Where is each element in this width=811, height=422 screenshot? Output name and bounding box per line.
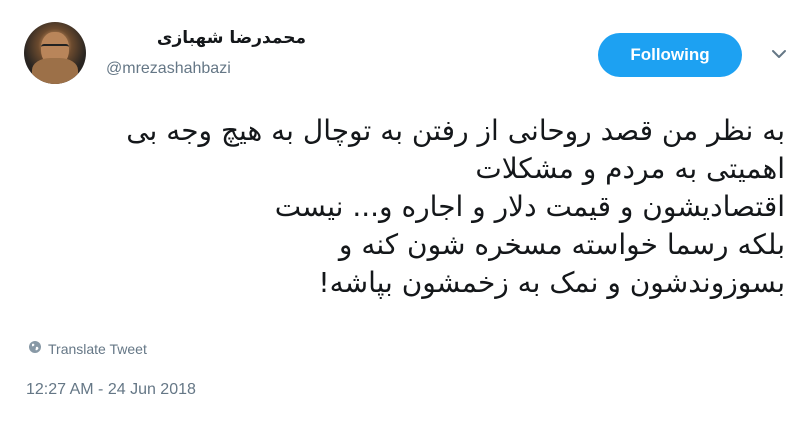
- author-handle[interactable]: @mrezashahbazi: [106, 60, 231, 78]
- chevron-down-icon[interactable]: [770, 45, 788, 63]
- tweet-text: به نظر من قصد روحانی از رفتن به توچال به…: [25, 112, 785, 302]
- translate-tweet-link[interactable]: Translate Tweet: [28, 340, 147, 357]
- tweet-timestamp[interactable]: 12:27 AM - 24 Jun 2018: [26, 381, 196, 399]
- tweet-line: اقتصادیشون و قیمت دلار و اجاره و... نیست: [274, 190, 785, 223]
- tweet-line: بلکه رسما خواسته مسخره شون کنه و: [338, 228, 785, 261]
- author-name[interactable]: محمدرضا شهبازی: [0, 28, 306, 48]
- avatar-hand: [32, 58, 78, 84]
- globe-icon: [28, 340, 42, 357]
- tweet-line: اهمیتی به مردم و مشکلات: [475, 152, 785, 185]
- following-button[interactable]: Following: [598, 33, 742, 77]
- tweet-line: بسوزوندشون و نمک به زخمشون بپاشه!: [318, 266, 785, 299]
- tweet-line: به نظر من قصد روحانی از رفتن به توچال به…: [126, 114, 785, 147]
- translate-label: Translate Tweet: [48, 340, 147, 357]
